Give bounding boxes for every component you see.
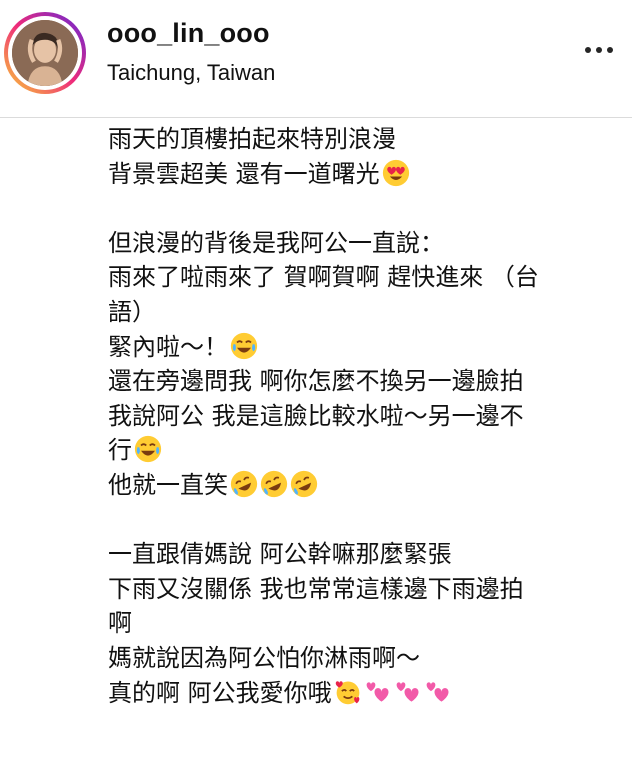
caption-line: 真的啊 阿公我愛你哦	[108, 676, 620, 711]
caption-text: 我說阿公 我是這臉比較水啦～另一邊不	[108, 401, 524, 430]
location[interactable]: Taichung, Taiwan	[107, 60, 275, 86]
caption-text: 還在旁邊問我 啊你怎麼不換另一邊臉拍	[108, 367, 524, 396]
caption-text: 一直跟倩媽說 阿公幹嘛那麼緊張	[108, 540, 452, 569]
profile-photo-illustration	[12, 20, 78, 86]
two-hearts-emoji-icon	[394, 678, 422, 706]
tears-of-joy-emoji-icon	[230, 332, 258, 360]
caption-line: 雨來了啦雨來了 賀啊賀啊 趕快進來 （台	[108, 260, 620, 295]
caption-line: 語）	[108, 295, 620, 330]
rofl-emoji-icon	[290, 470, 318, 498]
two-hearts-emoji-icon	[424, 678, 452, 706]
caption-text: 媽就說因為阿公怕你淋雨啊～	[108, 643, 420, 672]
caption-line: 啊	[108, 606, 620, 641]
caption-text: 雨來了啦雨來了 賀啊賀啊 趕快進來 （台	[108, 263, 539, 292]
rofl-emoji-icon	[230, 470, 258, 498]
caption-line: 但浪漫的背後是我阿公一直說：	[108, 226, 620, 261]
caption-text: 背景雲超美 還有一道曙光	[108, 159, 380, 188]
username[interactable]: ooo_lin_ooo	[107, 18, 270, 49]
caption-text: 行	[108, 436, 132, 465]
caption-line: 媽就說因為阿公怕你淋雨啊～	[108, 641, 620, 676]
caption-text: 雨天的頂樓拍起來特別浪漫	[108, 125, 396, 153]
caption-text: 啊	[108, 609, 132, 638]
caption-text: 真的啊 阿公我愛你哦	[108, 678, 332, 707]
caption-line: 還在旁邊問我 啊你怎麼不換另一邊臉拍	[108, 364, 620, 399]
caption-line: 下雨又沒關係 我也常常這樣邊下雨邊拍	[108, 572, 620, 607]
more-horizontal-icon	[596, 47, 602, 53]
tears-of-joy-emoji-icon	[134, 435, 162, 463]
caption-line: 一直跟倩媽說 阿公幹嘛那麼緊張	[108, 537, 620, 572]
caption-line: 緊內啦～！	[108, 330, 620, 365]
post-header: ooo_lin_ooo Taichung, Taiwan	[0, 0, 632, 118]
more-horizontal-icon	[585, 47, 591, 53]
avatar[interactable]	[4, 12, 86, 94]
profile-photo	[12, 20, 78, 86]
rofl-emoji-icon	[260, 470, 288, 498]
caption-line: 背景雲超美 還有一道曙光	[108, 157, 620, 192]
caption-line: 行	[108, 433, 620, 468]
caption-text: 但浪漫的背後是我阿公一直說：	[108, 228, 444, 257]
two-hearts-emoji-icon	[364, 678, 392, 706]
caption-text: 他就一直笑	[108, 470, 228, 499]
post-caption: 雨天的頂樓拍起來特別浪漫 背景雲超美 還有一道曙光但浪漫的背後是我阿公一直說： 雨來…	[108, 122, 620, 710]
caption-line: 他就一直笑	[108, 468, 620, 503]
caption-line: 我說阿公 我是這臉比較水啦～另一邊不	[108, 399, 620, 434]
caption-text: 緊內啦～！	[108, 332, 228, 361]
more-options-button[interactable]	[575, 30, 623, 70]
caption-text: 下雨又沒關係 我也常常這樣邊下雨邊拍	[108, 574, 524, 603]
caption-line: 雨天的頂樓拍起來特別浪漫	[108, 122, 620, 157]
caption-text: 語）	[108, 297, 156, 326]
smiling-hearts-emoji-icon	[334, 678, 362, 706]
heart-eyes-emoji-icon	[382, 159, 410, 187]
more-horizontal-icon	[607, 47, 613, 53]
